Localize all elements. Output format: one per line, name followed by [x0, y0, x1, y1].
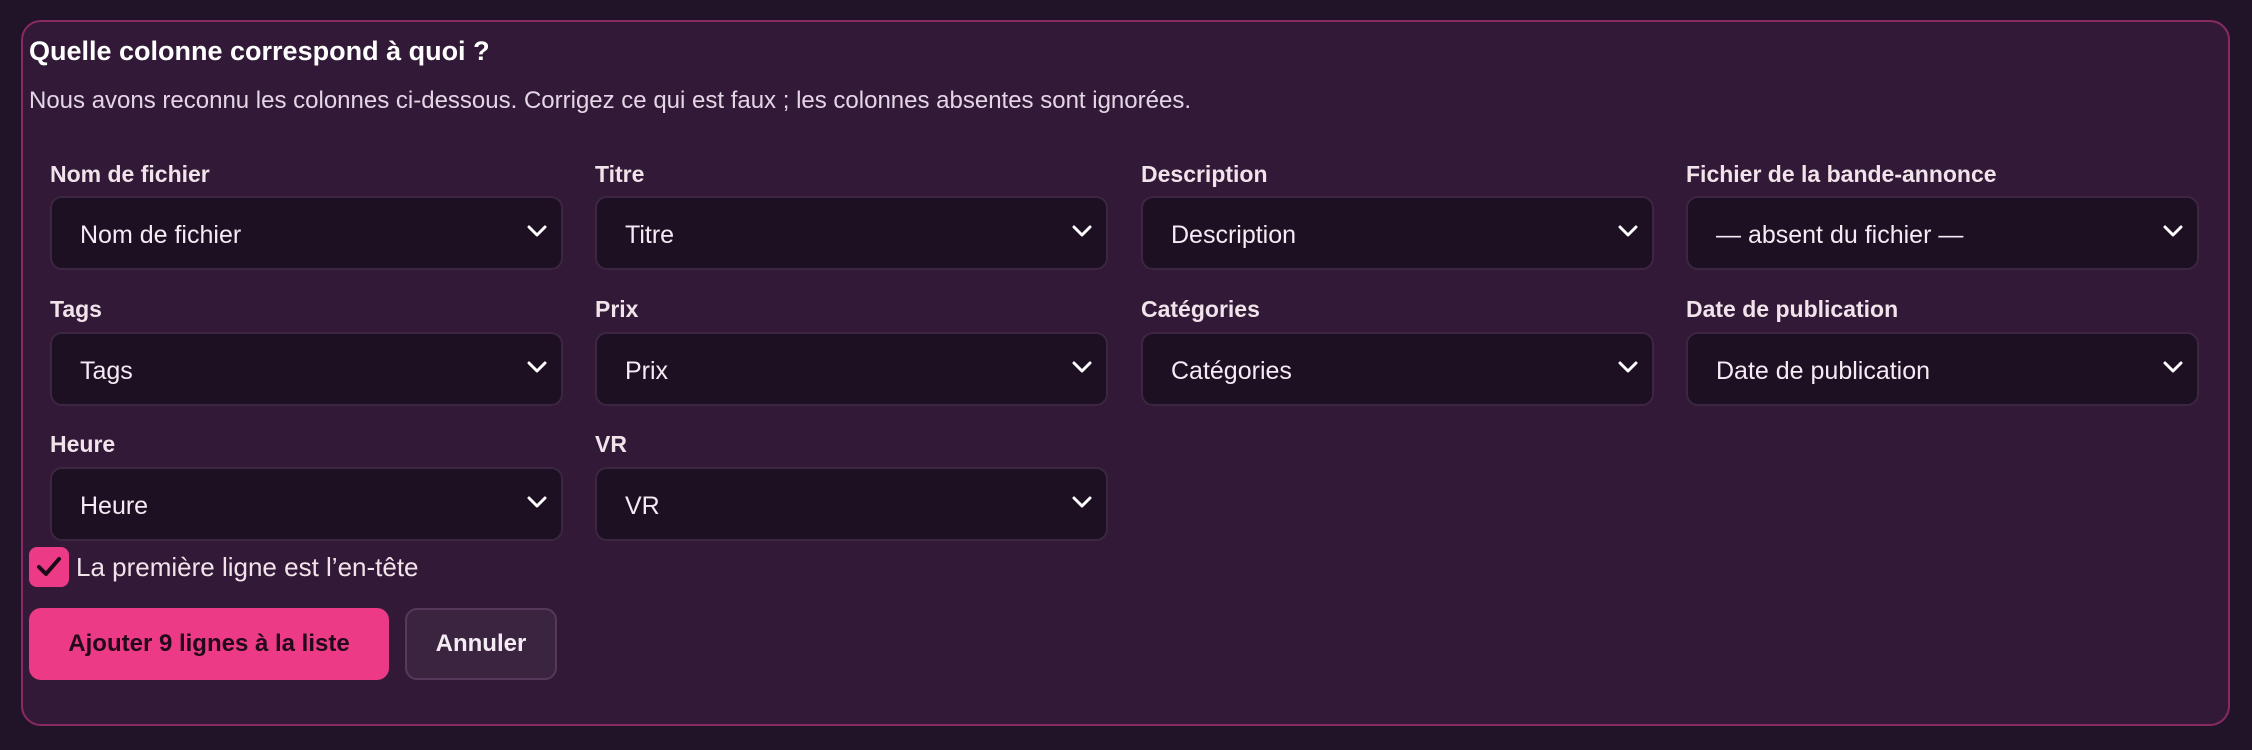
select-value: Titre [625, 221, 675, 249]
chevron-down-icon [2163, 361, 2183, 373]
select-value: Catégories [1171, 357, 1292, 385]
select-time[interactable]: Heure [50, 467, 563, 541]
select-value: Prix [625, 357, 669, 385]
field-label-categories: Catégories [1141, 296, 1260, 322]
dialog-title: Quelle colonne correspond à quoi ? [29, 36, 490, 66]
select-value: Description [1171, 221, 1297, 249]
select-value: Date de publication [1716, 357, 1931, 385]
select-value: VR [625, 492, 660, 520]
chevron-down-icon [1072, 225, 1092, 237]
field-label-filename: Nom de fichier [50, 161, 210, 187]
chevron-down-icon [1618, 361, 1638, 373]
chevron-down-icon [527, 361, 547, 373]
field-label-time: Heure [50, 431, 116, 457]
select-publish-date[interactable]: Date de publication [1686, 332, 2199, 406]
chevron-down-icon [527, 496, 547, 508]
select-vr[interactable]: VR [595, 467, 1108, 541]
field-label-trailer-file: Fichier de la bande-annonce [1686, 161, 1997, 187]
field-label-vr: VR [595, 431, 627, 457]
field-label-description: Description [1141, 161, 1268, 187]
select-price[interactable]: Prix [595, 332, 1108, 406]
select-value: Heure [80, 492, 149, 520]
field-label-price: Prix [595, 296, 639, 322]
select-categories[interactable]: Catégories [1141, 332, 1654, 406]
select-trailer-file[interactable]: — absent du fichier — [1686, 196, 2199, 270]
header-row-label[interactable]: La première ligne est l’en-tête [76, 551, 419, 583]
dialog-subtitle: Nous avons reconnu les colonnes ci-desso… [29, 87, 1191, 114]
select-description[interactable]: Description [1141, 196, 1654, 270]
chevron-down-icon [1072, 361, 1092, 373]
checkmark-icon [37, 557, 61, 576]
select-value: — absent du fichier — [1716, 221, 1964, 249]
select-value: Nom de fichier [80, 221, 242, 249]
chevron-down-icon [527, 225, 547, 237]
field-label-title: Titre [595, 161, 645, 187]
header-row-checkbox[interactable] [29, 547, 69, 587]
cancel-button[interactable]: Annuler [405, 608, 557, 680]
field-label-tags: Tags [50, 296, 102, 322]
select-tags[interactable]: Tags [50, 332, 563, 406]
select-title[interactable]: Titre [595, 196, 1108, 270]
field-label-publish-date: Date de publication [1686, 296, 1899, 322]
chevron-down-icon [1072, 496, 1092, 508]
chevron-down-icon [1618, 225, 1638, 237]
select-value: Tags [80, 357, 133, 385]
add-rows-button[interactable]: Ajouter 9 lignes à la liste [29, 608, 389, 680]
chevron-down-icon [2163, 225, 2183, 237]
select-filename[interactable]: Nom de fichier [50, 196, 563, 270]
